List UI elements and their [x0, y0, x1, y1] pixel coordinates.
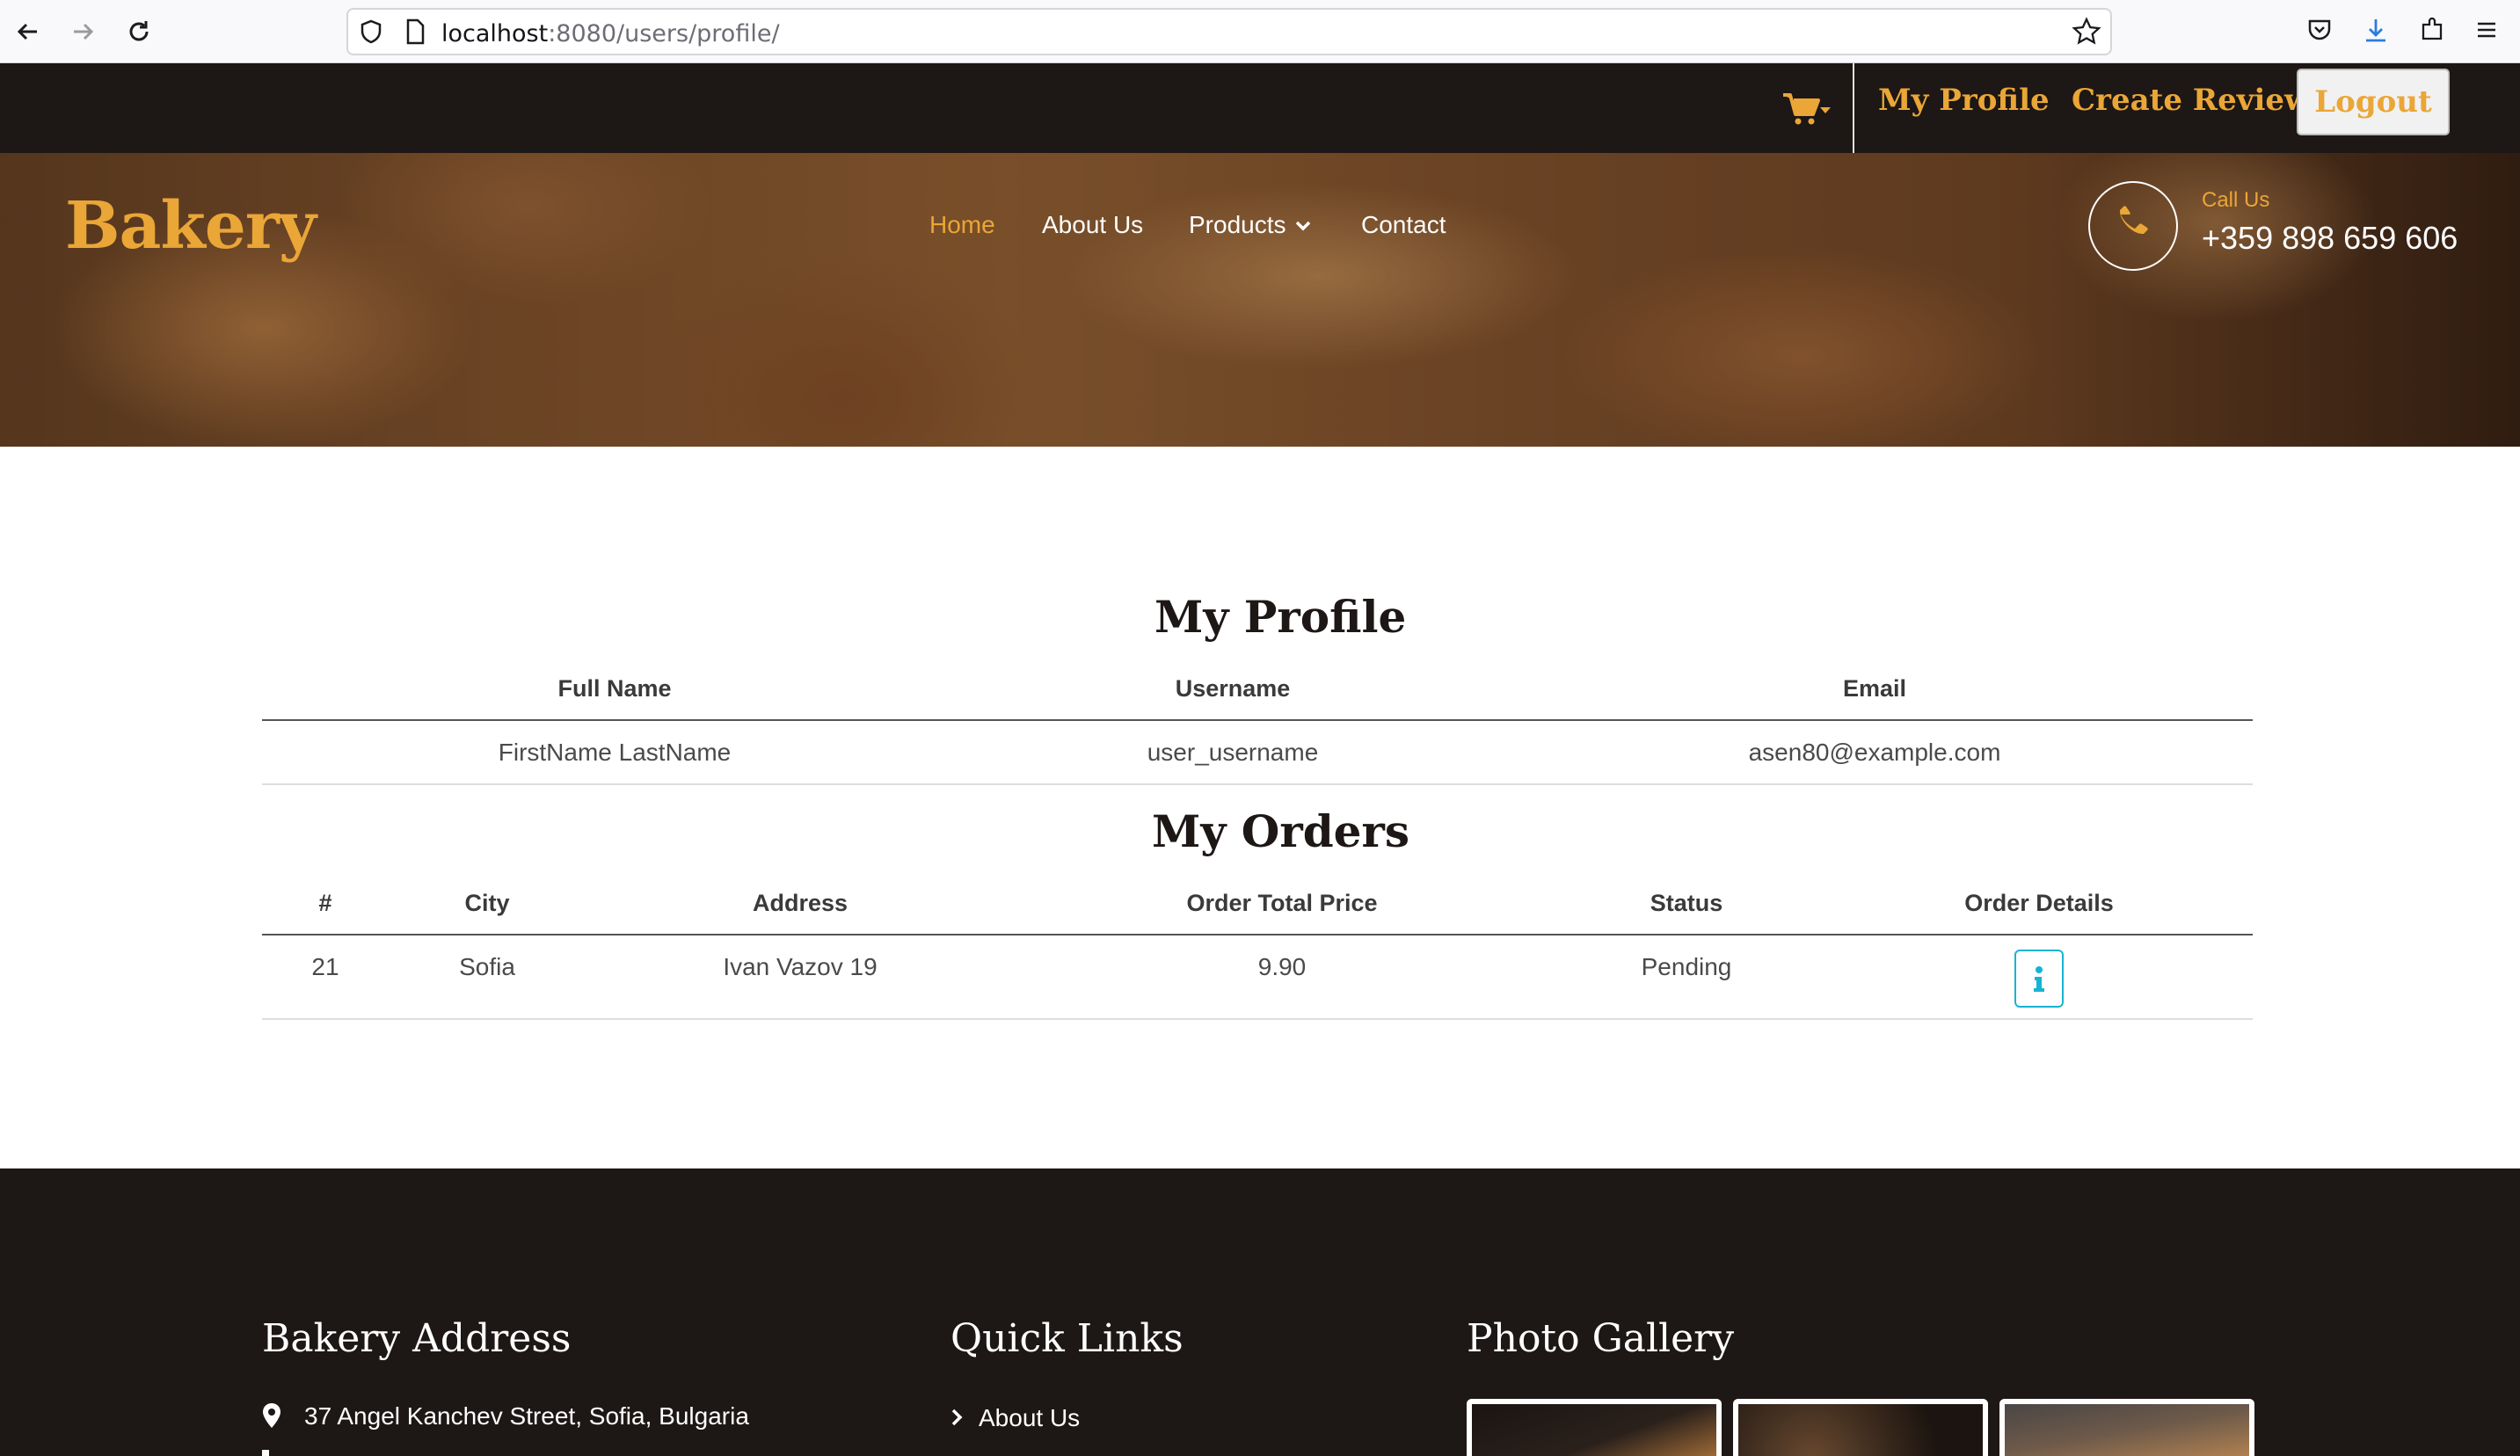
order-address: Ivan Vazov 19 [723, 953, 878, 980]
url-text[interactable]: localhost:8080/users/profile/ [441, 20, 780, 47]
nav-home[interactable]: Home [929, 211, 995, 239]
orders-header-city: City [464, 890, 510, 916]
profile-header-email: Email [1842, 675, 1907, 702]
url-path: :8080/users/profile/ [548, 20, 780, 47]
url-bar[interactable]: localhost:8080/users/profile/ [346, 8, 2112, 55]
logout-button[interactable]: Logout [2297, 69, 2450, 135]
create-review-link[interactable]: Create Review [2072, 83, 2310, 118]
shield-icon[interactable] [357, 18, 385, 50]
profile-email: asen80@example.com [1748, 739, 2001, 766]
gallery-image-1[interactable] [1467, 1399, 1722, 1456]
map-pin-icon [262, 1402, 281, 1433]
profile-title: My Profile [1154, 591, 1407, 643]
forward-icon[interactable] [65, 14, 100, 49]
order-city: Sofia [459, 953, 515, 980]
extensions-icon[interactable] [2416, 16, 2448, 47]
footer-address-title: Bakery Address [262, 1316, 572, 1361]
footer-icon-partial [262, 1450, 269, 1456]
footer-links-title: Quick Links [950, 1316, 1184, 1361]
phone-icon [2088, 181, 2178, 271]
nav-contact[interactable]: Contact [1361, 211, 1446, 239]
order-total: 9.90 [1257, 953, 1307, 980]
phone-number: +359 898 659 606 [2202, 220, 2458, 256]
profile-header-username: Username [1175, 675, 1291, 702]
star-icon[interactable] [2072, 17, 2101, 51]
profile-header-full-name: Full Name [557, 675, 672, 702]
browser-toolbar: localhost:8080/users/profile/ [0, 0, 2520, 63]
page-icon[interactable] [403, 18, 427, 50]
orders-row-rule [262, 1018, 2253, 1020]
orders-header-details: Order Details [1964, 890, 2114, 916]
hero-header: Bakery Home About Us Products Contact Ca… [0, 153, 2520, 447]
profile-row-rule [262, 783, 2253, 785]
cart-icon[interactable] [1781, 90, 1832, 128]
nav-products-label: Products [1189, 211, 1286, 238]
orders-header-rule [262, 934, 2253, 935]
menu-icon[interactable] [2471, 16, 2502, 47]
order-details-button[interactable] [2014, 950, 2064, 1008]
order-id: 21 [311, 953, 339, 980]
orders-header-total: Order Total Price [1186, 890, 1378, 916]
orders-title: My Orders [1152, 805, 1409, 857]
top-bar: My Profile Create Review Logout [0, 63, 2520, 153]
footer-address: 37 Angel Kanchev Street, Sofia, Bulgaria [304, 1402, 749, 1430]
footer-gallery-title: Photo Gallery [1467, 1316, 1735, 1361]
gallery-image-3[interactable] [1999, 1399, 2254, 1456]
pocket-icon[interactable] [2304, 16, 2335, 47]
nav-about-us[interactable]: About Us [1042, 211, 1143, 239]
orders-header-status: Status [1650, 890, 1723, 916]
back-icon[interactable] [11, 14, 46, 49]
profile-header-rule [262, 719, 2253, 721]
topbar-divider [1853, 63, 1854, 153]
my-profile-link[interactable]: My Profile [1878, 83, 2050, 118]
gallery-image-2[interactable] [1733, 1399, 1988, 1456]
nav-products[interactable]: Products [1189, 211, 1311, 239]
url-host: localhost [441, 20, 549, 47]
logo[interactable]: Bakery [65, 188, 317, 264]
chevron-right-icon [950, 1409, 963, 1431]
footer-link-about-us[interactable]: About Us [979, 1404, 1080, 1432]
orders-header-address: Address [752, 890, 848, 916]
order-status: Pending [1641, 953, 1732, 980]
call-us-label: Call Us [2202, 188, 2270, 212]
profile-username: user_username [1147, 739, 1319, 766]
download-icon[interactable] [2360, 16, 2392, 47]
reload-icon[interactable] [121, 14, 157, 49]
orders-header-number: # [318, 890, 332, 916]
profile-full-name: FirstName LastName [498, 739, 732, 766]
info-icon [2034, 966, 2044, 992]
footer: Bakery Address 37 Angel Kanchev Street, … [0, 1168, 2520, 1456]
chevron-down-icon [1295, 216, 1311, 237]
